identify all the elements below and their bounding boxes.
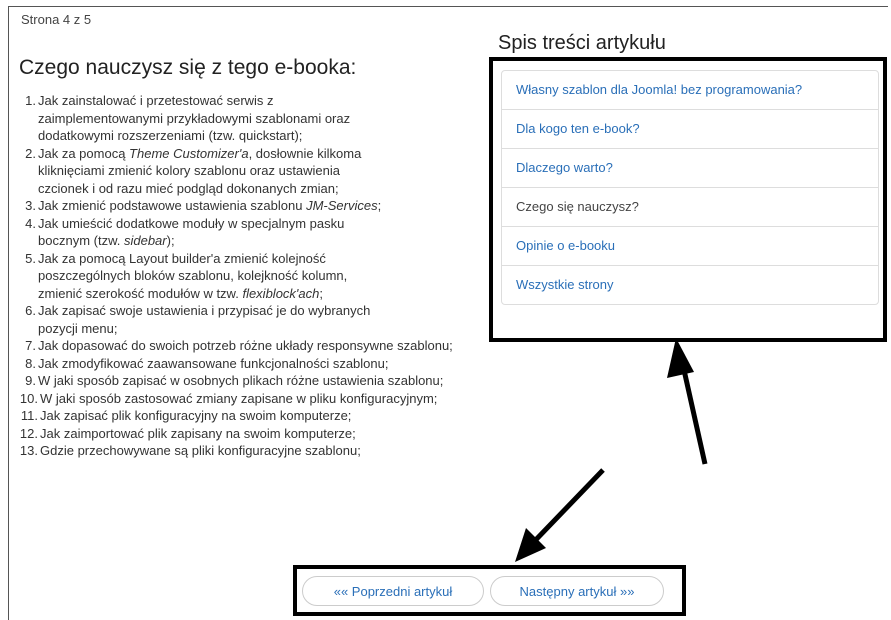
annotation-arrows bbox=[515, 338, 708, 562]
arrow-to-pager-icon bbox=[524, 468, 605, 552]
arrow-to-toc-head-icon bbox=[667, 338, 694, 378]
